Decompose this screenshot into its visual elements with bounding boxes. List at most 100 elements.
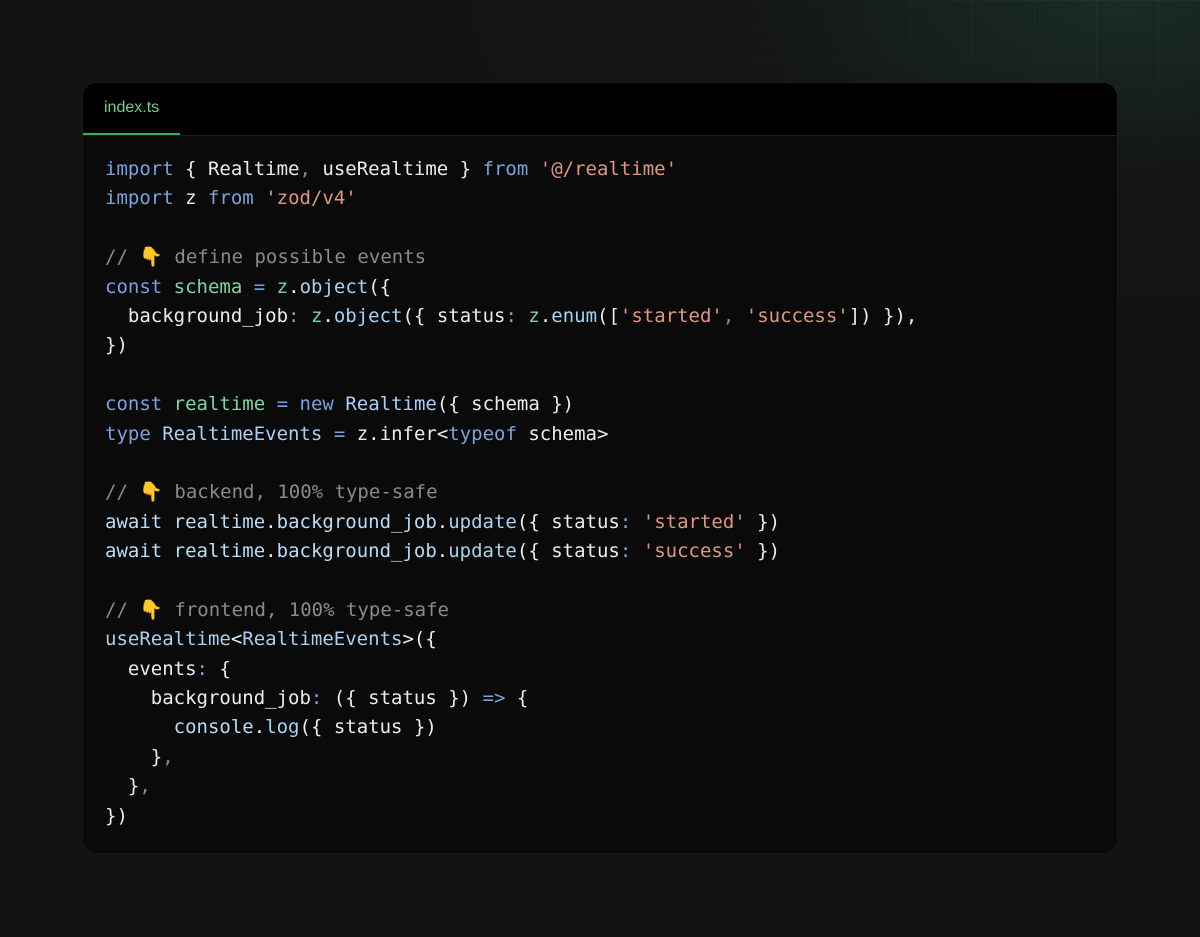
tab-index-ts[interactable]: index.ts: [83, 83, 181, 135]
code-token: 'zod/v4': [265, 187, 357, 210]
code-line: import z from 'zod/v4': [105, 184, 917, 213]
code-token: }: [105, 775, 140, 798]
code-token: ,: [299, 158, 311, 180]
code-editor-window: index.ts import { Realtime, useRealtime …: [83, 83, 1117, 853]
code-token: ([: [597, 304, 620, 327]
code-token: realtime: [173, 393, 266, 416]
code-line: // 👇 frontend, 100% type-safe: [105, 596, 917, 625]
code-token: object: [333, 304, 403, 327]
code-token: ({: [436, 393, 472, 416]
code-token: useRealtime: [105, 628, 231, 651]
code-block[interactable]: import { Realtime, useRealtime } from '@…: [105, 155, 917, 831]
code-token: =: [333, 422, 346, 445]
code-token: // 👇 define possible events: [105, 246, 427, 269]
code-line: background_job: z.object({ status: z.enu…: [105, 302, 918, 331]
code-token: :: [288, 304, 300, 327]
code-token: typeof: [448, 422, 517, 445]
code-token: ({: [368, 275, 392, 298]
code-line: const realtime = new Realtime({ schema }…: [105, 390, 917, 419]
code-line: type RealtimeEvents = z.infer<typeof sch…: [105, 420, 917, 449]
code-token: realtime: [173, 510, 266, 533]
code-token: }): [105, 334, 128, 357]
code-token: .: [436, 510, 449, 533]
code-token: const: [105, 393, 163, 416]
code-token: }): [539, 393, 575, 416]
code-token: 'success': [745, 304, 849, 327]
code-token: .: [265, 540, 277, 563]
code-token: :: [619, 510, 632, 533]
code-token: }): [745, 510, 781, 533]
code-token: .: [436, 540, 449, 563]
code-token: Realtime: [345, 393, 437, 416]
code-token: status: [436, 304, 506, 327]
code-line: await realtime.background_job.update({ s…: [105, 508, 917, 537]
code-token: ({: [299, 716, 334, 739]
code-token: ]) }),: [848, 304, 918, 327]
code-token: background_job: [276, 540, 437, 563]
code-token: }): [402, 716, 437, 739]
code-token: // 👇 frontend, 100% type-safe: [105, 598, 449, 621]
code-token: z: [310, 304, 323, 327]
code-token: ({: [516, 510, 552, 533]
code-token: }): [745, 540, 781, 563]
code-line: import { Realtime, useRealtime } from '@…: [105, 155, 917, 184]
code-token: // 👇 backend, 100% type-safe: [105, 481, 438, 504]
code-token: <: [436, 422, 449, 445]
code-token: schema: [173, 275, 243, 298]
code-line: },: [105, 772, 917, 801]
code-token: z: [528, 304, 540, 327]
code-token: z: [173, 187, 208, 210]
code-token: :: [310, 687, 323, 710]
code-token: schema: [471, 393, 540, 416]
code-line: events: {: [105, 655, 917, 684]
code-token: z: [345, 422, 369, 445]
code-token: ({: [322, 687, 369, 710]
code-line: const schema = z.object({: [105, 273, 917, 302]
code-token: from: [482, 158, 529, 180]
code-token: events: [105, 657, 197, 680]
code-token: background_job: [276, 510, 437, 533]
code-line: // 👇 backend, 100% type-safe: [105, 478, 917, 507]
code-token: >: [597, 422, 609, 445]
code-token: RealtimeEvents: [242, 628, 403, 651]
code-token: type: [105, 422, 151, 445]
code-token: .: [265, 510, 277, 533]
code-token: .: [288, 275, 300, 298]
code-token: schema: [516, 422, 597, 445]
code-token: background_job: [105, 304, 289, 327]
code-line: await realtime.background_job.update({ s…: [105, 537, 917, 566]
code-token: RealtimeEvents: [162, 422, 323, 445]
code-token: >({: [402, 628, 437, 651]
code-token: await: [105, 540, 163, 563]
code-token: update: [448, 510, 517, 533]
code-token: .: [322, 304, 334, 327]
code-token: enum: [551, 304, 598, 327]
code-line: useRealtime<RealtimeEvents>({: [105, 625, 917, 654]
code-token: await: [105, 510, 163, 533]
code-line: }): [105, 802, 917, 831]
code-token: { Realtime: [173, 158, 300, 180]
code-line: },: [105, 743, 917, 772]
code-token: ({: [516, 540, 552, 563]
code-token: import: [105, 187, 174, 210]
code-token: from: [207, 187, 254, 210]
code-line: console.log({ status }): [105, 713, 917, 742]
code-token: .: [368, 422, 380, 445]
code-token: ,: [162, 745, 174, 768]
